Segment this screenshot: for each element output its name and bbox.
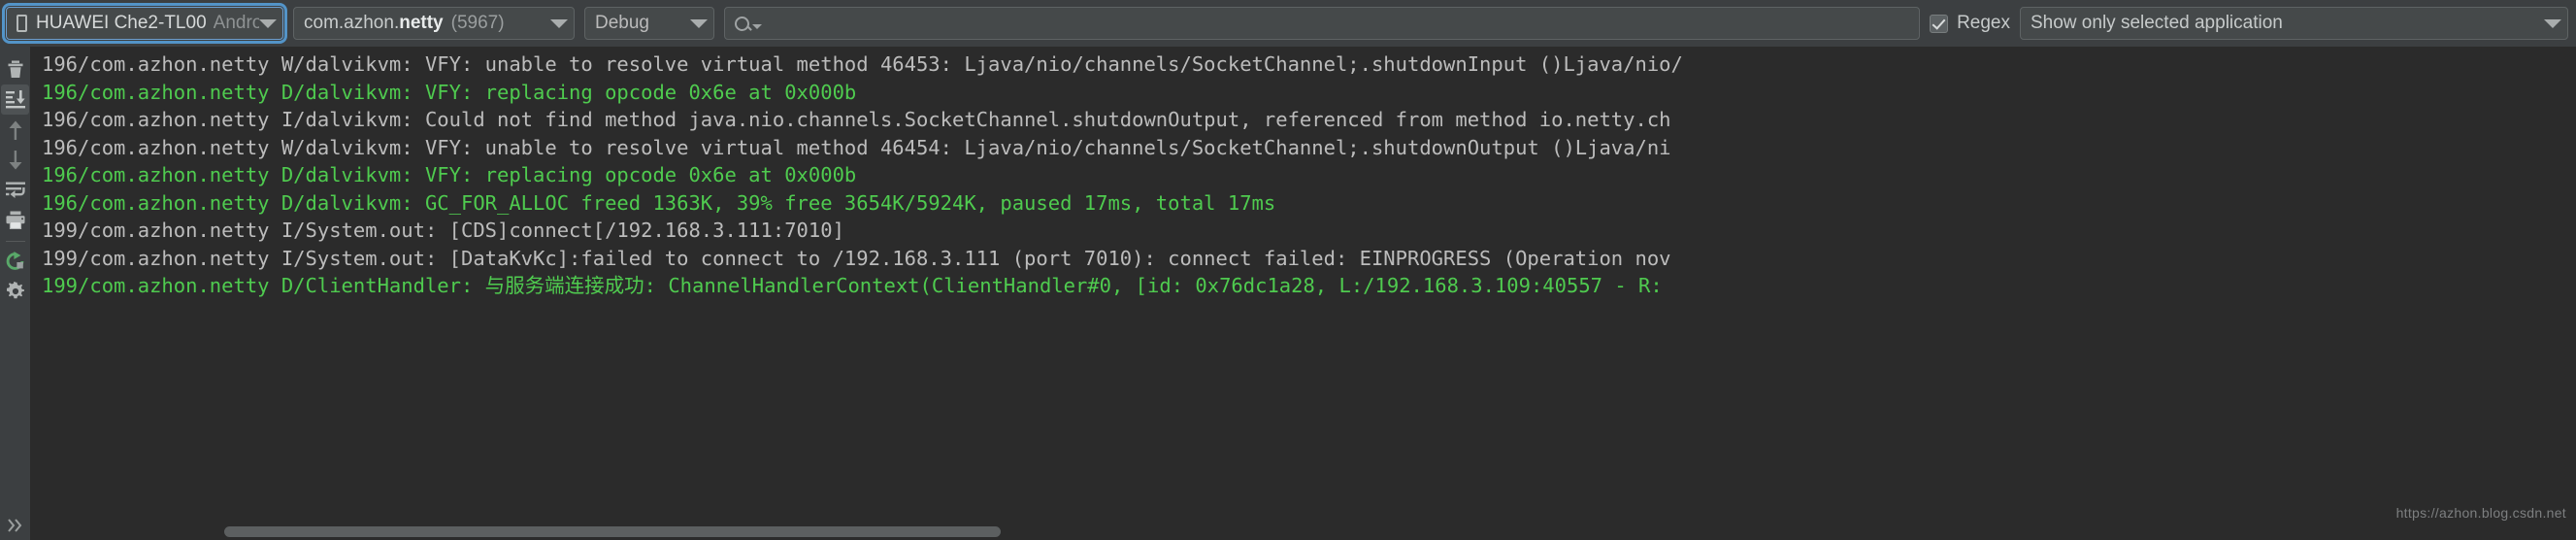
process-pid: (5967) <box>450 13 505 33</box>
chevron-down-icon[interactable] <box>690 18 708 28</box>
logcat-toolbar: HUAWEI Che2-TL00 Android 4. com.azhon.ne… <box>0 0 2576 47</box>
trash-icon <box>8 60 22 78</box>
log-line[interactable]: 196/com.azhon.netty D/dalvikvm: VFY: rep… <box>30 161 2576 189</box>
logcat-output-panel[interactable]: 196/com.azhon.netty W/dalvikvm: VFY: una… <box>30 47 2576 540</box>
soft-wrap-button[interactable] <box>1 175 29 205</box>
expand-more-button[interactable] <box>1 510 29 540</box>
log-line[interactable]: 196/com.azhon.netty W/dalvikvm: VFY: una… <box>30 134 2576 162</box>
log-level-selector[interactable]: Debug <box>584 7 714 40</box>
settings-button[interactable] <box>1 276 29 306</box>
chevron-down-icon[interactable] <box>259 18 277 28</box>
phone-icon <box>17 15 27 32</box>
clear-logcat-button[interactable] <box>1 54 29 84</box>
logcat-window: HUAWEI Che2-TL00 Android 4. com.azhon.ne… <box>0 0 2576 540</box>
regex-option[interactable]: Regex <box>1930 13 2010 34</box>
chevron-double-right-icon <box>7 518 21 532</box>
log-line[interactable]: 196/com.azhon.netty W/dalvikvm: VFY: una… <box>30 51 2576 79</box>
filter-scope-selector[interactable]: Show only selected application <box>2020 7 2568 40</box>
up-the-stack-button[interactable] <box>1 115 29 145</box>
log-line[interactable]: 196/com.azhon.netty I/dalvikvm: Could no… <box>30 106 2576 134</box>
horizontal-scrollbar[interactable] <box>30 523 2576 540</box>
arrow-up-icon <box>9 120 21 140</box>
process-package-name: netty <box>399 13 444 33</box>
log-line[interactable]: 199/com.azhon.netty D/ClientHandler: 与服务… <box>30 272 2576 300</box>
print-button[interactable] <box>1 205 29 235</box>
soft-wrap-icon <box>5 182 25 198</box>
watermark-text: https://azhon.blog.csdn.net <box>2395 505 2566 521</box>
scroll-to-end-button[interactable] <box>1 84 29 115</box>
log-line-list: 196/com.azhon.netty W/dalvikvm: VFY: una… <box>30 47 2576 523</box>
logcat-body: 196/com.azhon.netty W/dalvikvm: VFY: una… <box>0 47 2576 540</box>
down-the-stack-button[interactable] <box>1 145 29 175</box>
log-line[interactable]: 199/com.azhon.netty I/System.out: [DataK… <box>30 245 2576 273</box>
scroll-to-end-icon <box>5 90 25 109</box>
rail-divider <box>5 241 25 242</box>
log-line[interactable]: 196/com.azhon.netty D/dalvikvm: VFY: rep… <box>30 79 2576 107</box>
log-level-value: Debug <box>595 13 649 33</box>
logcat-action-rail <box>0 47 30 540</box>
gear-icon <box>6 281 24 298</box>
search-icon <box>735 16 749 31</box>
check-icon <box>1932 15 1946 30</box>
print-icon <box>6 211 24 229</box>
device-selector[interactable]: HUAWEI Che2-TL00 Android 4. <box>2 3 287 44</box>
chevron-down-icon[interactable] <box>2544 18 2561 28</box>
log-line[interactable]: 196/com.azhon.netty D/dalvikvm: GC_FOR_A… <box>30 189 2576 218</box>
log-search-box[interactable] <box>724 7 1921 40</box>
arrow-down-icon <box>9 150 21 169</box>
device-os: Android 4. <box>213 13 259 33</box>
process-package-prefix: com.azhon. <box>304 13 400 33</box>
regex-checkbox[interactable] <box>1930 14 1949 33</box>
chevron-down-icon[interactable] <box>550 18 568 28</box>
restart-icon <box>6 251 24 270</box>
search-history-chevron-icon[interactable] <box>752 23 762 29</box>
scrollbar-thumb[interactable] <box>224 526 1001 537</box>
regex-label: Regex <box>1957 13 2010 33</box>
process-selector[interactable]: com.azhon. netty (5967) <box>293 7 575 40</box>
filter-scope-value: Show only selected application <box>2031 13 2283 33</box>
restart-button[interactable] <box>1 246 29 276</box>
search-input[interactable] <box>768 12 1910 35</box>
device-name: HUAWEI Che2-TL00 <box>36 13 207 33</box>
log-line[interactable]: 199/com.azhon.netty I/System.out: [CDS]c… <box>30 217 2576 245</box>
